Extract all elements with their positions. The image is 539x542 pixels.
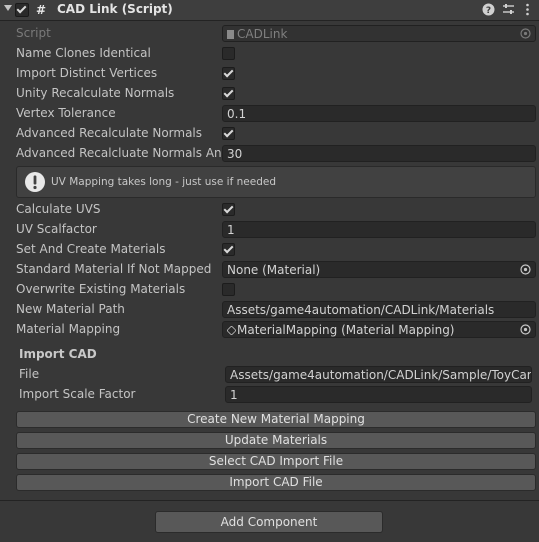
vertex-tolerance-input[interactable]: 0.1 bbox=[222, 105, 536, 122]
import-distinct-vertices-row: Import Distinct Vertices bbox=[0, 64, 539, 84]
script-icon: # bbox=[36, 3, 47, 17]
import-cad-title: Import CAD bbox=[19, 347, 97, 361]
component-title: CAD Link (Script) bbox=[57, 2, 173, 16]
advanced-recalculate-normals-row: Advanced Recalculate Normals bbox=[0, 124, 539, 144]
calculate-uvs-row: Calculate UVS bbox=[0, 200, 539, 220]
scriptable-object-icon bbox=[226, 325, 237, 336]
unity-recalculate-normals-row: Unity Recalculate Normals bbox=[0, 84, 539, 104]
set-and-create-materials-row: Set And Create Materials bbox=[0, 240, 539, 260]
overwrite-existing-materials-label: Overwrite Existing Materials bbox=[16, 282, 186, 296]
material-mapping-object-field[interactable]: MaterialMapping (Material Mapping) bbox=[222, 321, 536, 338]
new-material-path-label: New Material Path bbox=[16, 302, 125, 316]
import-cad-file-button[interactable]: Import CAD File bbox=[16, 474, 536, 491]
import-distinct-vertices-checkbox[interactable] bbox=[222, 67, 235, 80]
set-and-create-materials-checkbox[interactable] bbox=[222, 243, 235, 256]
help-icon[interactable]: ? bbox=[482, 3, 495, 16]
update-materials-button[interactable]: Update Materials bbox=[16, 432, 536, 449]
advanced-recalculate-normals-angle-label: Advanced Recalcluate Normals Angl bbox=[16, 146, 222, 160]
info-warning-icon bbox=[25, 172, 45, 192]
script-value: CADLink bbox=[237, 27, 288, 41]
file-path-input[interactable]: Assets/game4automation/CADLink/Sample/To… bbox=[225, 366, 532, 383]
select-cad-import-file-button[interactable]: Select CAD Import File bbox=[16, 453, 536, 470]
calculate-uvs-label: Calculate UVS bbox=[16, 202, 101, 216]
advanced-recalculate-normals-checkbox[interactable] bbox=[222, 127, 235, 140]
material-mapping-label: Material Mapping bbox=[16, 322, 121, 336]
advanced-recalculate-normals-angle-input[interactable]: 30 bbox=[222, 145, 536, 162]
material-mapping-row: Material Mapping MaterialMapping (Materi… bbox=[0, 320, 539, 340]
import-scale-factor-input[interactable]: 1 bbox=[225, 386, 532, 403]
vertex-tolerance-label: Vertex Tolerance bbox=[16, 106, 116, 120]
standard-material-object-field[interactable]: None (Material) bbox=[222, 261, 536, 278]
advanced-recalculate-normals-label: Advanced Recalculate Normals bbox=[16, 126, 203, 140]
overwrite-existing-materials-checkbox[interactable] bbox=[222, 283, 235, 296]
object-picker-icon[interactable] bbox=[520, 324, 531, 335]
uv-scalefactor-row: UV Scalfactor 1 bbox=[0, 220, 539, 240]
create-new-material-mapping-button[interactable]: Create New Material Mapping bbox=[16, 411, 536, 428]
standard-material-label: Standard Material If Not Mapped bbox=[16, 262, 212, 276]
component-enabled-checkbox[interactable] bbox=[15, 3, 29, 17]
unity-recalculate-normals-label: Unity Recalculate Normals bbox=[16, 86, 175, 100]
import-distinct-vertices-label: Import Distinct Vertices bbox=[16, 66, 158, 80]
standard-material-row: Standard Material If Not Mapped None (Ma… bbox=[0, 260, 539, 280]
advanced-recalculate-normals-angle-row: Advanced Recalcluate Normals Angl 30 bbox=[0, 144, 539, 164]
component-header: # CAD Link (Script) ? bbox=[0, 0, 539, 21]
calculate-uvs-checkbox[interactable] bbox=[222, 203, 235, 216]
script-label: Script bbox=[16, 26, 51, 40]
name-clones-identical-checkbox[interactable] bbox=[222, 47, 235, 60]
new-material-path-row: New Material Path Assets/game4automation… bbox=[0, 300, 539, 320]
uv-mapping-help-box: UV Mapping takes long - just use if need… bbox=[16, 166, 536, 198]
overwrite-existing-materials-row: Overwrite Existing Materials bbox=[0, 280, 539, 300]
kebab-menu-icon[interactable] bbox=[521, 3, 534, 16]
script-row: Script CADLink bbox=[0, 24, 539, 44]
inspector-separator bbox=[0, 500, 539, 501]
script-field: CADLink bbox=[222, 25, 536, 42]
new-material-path-input[interactable]: Assets/game4automation/CADLink/Materials bbox=[222, 301, 536, 318]
unity-recalculate-normals-checkbox[interactable] bbox=[222, 87, 235, 100]
import-scale-factor-label: Import Scale Factor bbox=[19, 387, 136, 401]
import-scale-factor-row: Import Scale Factor 1 bbox=[0, 385, 539, 405]
presets-icon[interactable] bbox=[502, 3, 515, 16]
name-clones-identical-label: Name Clones Identical bbox=[16, 46, 151, 60]
vertex-tolerance-row: Vertex Tolerance 0.1 bbox=[0, 104, 539, 124]
file-label: File bbox=[19, 367, 40, 381]
uv-scalefactor-input[interactable]: 1 bbox=[222, 221, 536, 238]
material-mapping-value: MaterialMapping (Material Mapping) bbox=[237, 323, 455, 337]
standard-material-value: None (Material) bbox=[227, 263, 321, 277]
file-row: File Assets/game4automation/CADLink/Samp… bbox=[0, 365, 539, 385]
name-clones-identical-row: Name Clones Identical bbox=[0, 44, 539, 64]
foldout-arrow-icon[interactable] bbox=[4, 5, 12, 11]
svg-text:?: ? bbox=[486, 6, 491, 16]
set-and-create-materials-label: Set And Create Materials bbox=[16, 242, 166, 256]
uv-scalefactor-label: UV Scalfactor bbox=[16, 222, 97, 236]
add-component-button[interactable]: Add Component bbox=[155, 511, 383, 533]
object-picker-icon[interactable] bbox=[520, 264, 531, 275]
object-picker-icon bbox=[520, 28, 531, 39]
script-file-icon bbox=[227, 30, 234, 39]
help-box-text: UV Mapping takes long - just use if need… bbox=[51, 176, 276, 188]
